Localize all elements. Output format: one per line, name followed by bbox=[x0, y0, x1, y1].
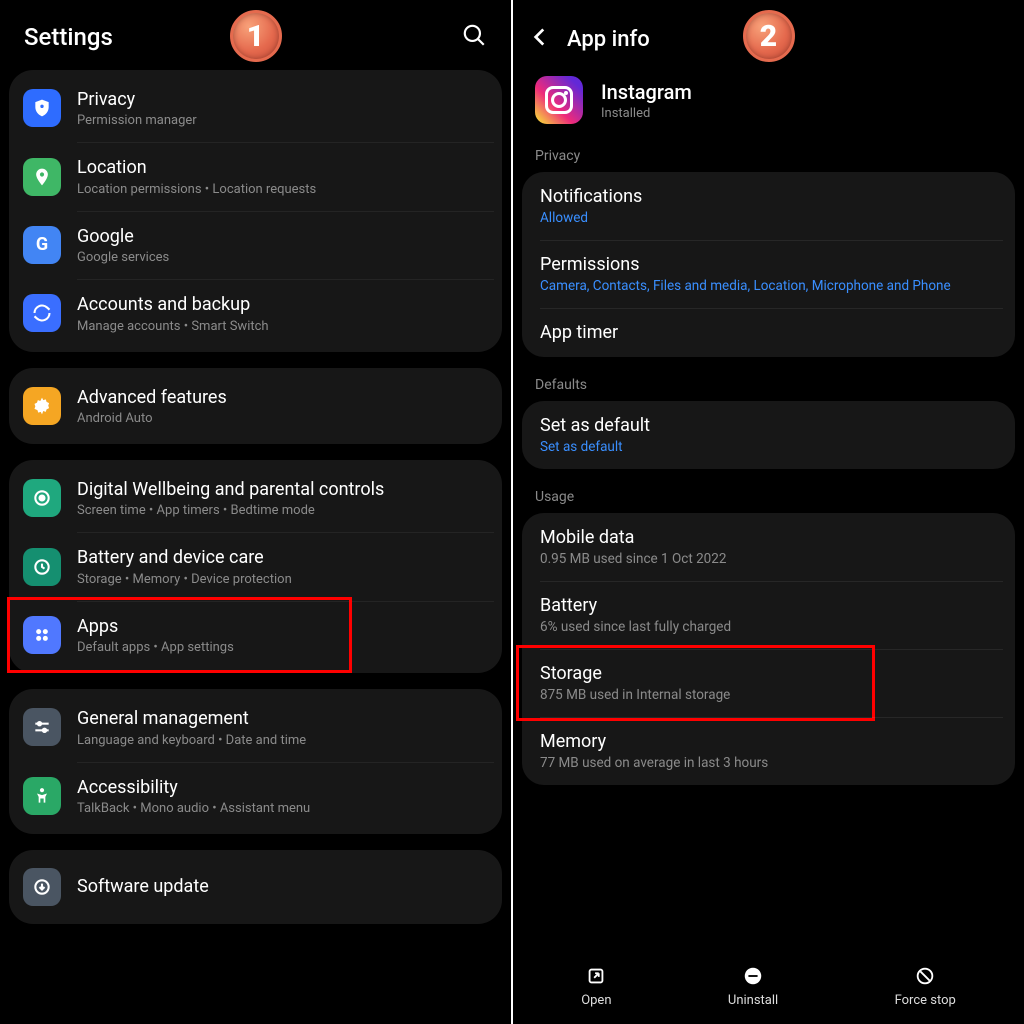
grid-icon bbox=[23, 616, 61, 654]
gear-icon bbox=[23, 387, 61, 425]
row-title: Google bbox=[77, 225, 169, 248]
settings-row-advanced[interactable]: Advanced features Android Auto bbox=[9, 372, 502, 440]
row-sub: Android Auto bbox=[77, 411, 227, 426]
app-name: Instagram bbox=[601, 80, 692, 104]
row-title: Accounts and backup bbox=[77, 293, 269, 316]
row-sub: Permission manager bbox=[77, 113, 197, 128]
row-sub: Manage accounts • Smart Switch bbox=[77, 319, 269, 334]
row-title: Permissions bbox=[540, 254, 997, 275]
row-title: Battery and device care bbox=[77, 546, 292, 569]
row-sub: TalkBack • Mono audio • Assistant menu bbox=[77, 801, 310, 816]
settings-row-google[interactable]: G Google Google services bbox=[9, 211, 502, 279]
download-icon bbox=[23, 868, 61, 906]
row-sub: Allowed bbox=[540, 210, 997, 226]
row-sub: 0.95 MB used since 1 Oct 2022 bbox=[540, 551, 997, 567]
settings-group: Advanced features Android Auto bbox=[9, 368, 502, 444]
row-title: Notifications bbox=[540, 186, 997, 207]
row-sub: Language and keyboard • Date and time bbox=[77, 733, 306, 748]
row-title: Set as default bbox=[540, 415, 997, 436]
settings-row-software[interactable]: Software update bbox=[9, 854, 502, 920]
row-sub: Location permissions • Location requests bbox=[77, 182, 316, 197]
action-label: Uninstall bbox=[728, 993, 778, 1008]
row-app-timer[interactable]: App timer bbox=[522, 308, 1015, 357]
back-icon[interactable] bbox=[527, 24, 553, 54]
row-title: Advanced features bbox=[77, 386, 227, 409]
row-permissions[interactable]: Permissions Camera, Contacts, Files and … bbox=[522, 240, 1015, 308]
row-sub: Default apps • App settings bbox=[77, 640, 234, 655]
section-label-usage: Usage bbox=[513, 483, 1024, 513]
row-mobile-data[interactable]: Mobile data 0.95 MB used since 1 Oct 202… bbox=[522, 513, 1015, 581]
row-battery[interactable]: Battery 6% used since last fully charged bbox=[522, 581, 1015, 649]
pin-icon bbox=[23, 158, 61, 196]
row-set-default[interactable]: Set as default Set as default bbox=[522, 401, 1015, 469]
app-info-title: App info bbox=[567, 27, 650, 52]
row-sub: 77 MB used on average in last 3 hours bbox=[540, 755, 997, 771]
settings-row-accessibility[interactable]: Accessibility TalkBack • Mono audio • As… bbox=[9, 762, 502, 830]
settings-group: Privacy Permission manager Location Loca… bbox=[9, 70, 502, 352]
open-button[interactable]: Open bbox=[581, 965, 611, 1008]
row-title: Mobile data bbox=[540, 527, 997, 548]
settings-pane: 1 Settings Privacy Permission manager Lo… bbox=[0, 0, 511, 1024]
section-label-privacy: Privacy bbox=[513, 142, 1024, 172]
settings-row-location[interactable]: Location Location permissions • Location… bbox=[9, 142, 502, 210]
row-title: General management bbox=[77, 707, 306, 730]
row-sub: 875 MB used in Internal storage bbox=[540, 687, 997, 703]
step-badge-1: 1 bbox=[230, 10, 282, 62]
app-info-pane: 2 App info Instagram Installed Privacy N… bbox=[513, 0, 1024, 1024]
row-title: Memory bbox=[540, 731, 997, 752]
settings-row-wellbeing[interactable]: Digital Wellbeing and parental controls … bbox=[9, 464, 502, 532]
settings-title: Settings bbox=[24, 23, 113, 51]
row-storage[interactable]: Storage 875 MB used in Internal storage bbox=[522, 649, 1015, 717]
section-card-defaults: Set as default Set as default bbox=[522, 401, 1015, 469]
app-status: Installed bbox=[601, 106, 692, 121]
row-title: Battery bbox=[540, 595, 997, 616]
action-label: Open bbox=[581, 993, 611, 1008]
settings-group: Software update bbox=[9, 850, 502, 924]
section-card-privacy: Notifications Allowed Permissions Camera… bbox=[522, 172, 1015, 357]
row-memory[interactable]: Memory 77 MB used on average in last 3 h… bbox=[522, 717, 1015, 785]
sliders-icon bbox=[23, 708, 61, 746]
shield-icon bbox=[23, 89, 61, 127]
row-title: Software update bbox=[77, 875, 209, 898]
row-sub: Storage • Memory • Device protection bbox=[77, 572, 292, 587]
sync-icon bbox=[23, 294, 61, 332]
person-icon bbox=[23, 777, 61, 815]
settings-group: Digital Wellbeing and parental controls … bbox=[9, 460, 502, 673]
settings-group: General management Language and keyboard… bbox=[9, 689, 502, 834]
row-sub: Screen time • App timers • Bedtime mode bbox=[77, 503, 384, 518]
row-title: App timer bbox=[540, 322, 997, 343]
settings-row-battery[interactable]: Battery and device care Storage • Memory… bbox=[9, 532, 502, 600]
row-title: Storage bbox=[540, 663, 997, 684]
row-title: Digital Wellbeing and parental controls bbox=[77, 478, 384, 501]
row-title: Apps bbox=[77, 615, 234, 638]
row-notifications[interactable]: Notifications Allowed bbox=[522, 172, 1015, 240]
section-label-defaults: Defaults bbox=[513, 371, 1024, 401]
row-title: Accessibility bbox=[77, 776, 310, 799]
app-header: Instagram Installed bbox=[513, 72, 1024, 142]
uninstall-button[interactable]: Uninstall bbox=[728, 965, 778, 1008]
row-sub: 6% used since last fully charged bbox=[540, 619, 997, 635]
action-label: Force stop bbox=[895, 993, 956, 1008]
row-title: Location bbox=[77, 156, 316, 179]
action-bar: Open Uninstall Force stop bbox=[513, 955, 1024, 1024]
row-sub: Camera, Contacts, Files and media, Locat… bbox=[540, 278, 997, 294]
google-icon: G bbox=[23, 226, 61, 264]
row-title: Privacy bbox=[77, 88, 197, 111]
settings-row-privacy[interactable]: Privacy Permission manager bbox=[9, 74, 502, 142]
instagram-icon bbox=[535, 76, 583, 124]
step-badge-2: 2 bbox=[743, 10, 795, 62]
section-card-usage: Mobile data 0.95 MB used since 1 Oct 202… bbox=[522, 513, 1015, 785]
force-stop-button[interactable]: Force stop bbox=[895, 965, 956, 1008]
settings-row-accounts[interactable]: Accounts and backup Manage accounts • Sm… bbox=[9, 279, 502, 347]
battery-icon bbox=[23, 548, 61, 586]
row-sub: Set as default bbox=[540, 439, 997, 455]
row-sub: Google services bbox=[77, 250, 169, 265]
settings-row-apps[interactable]: Apps Default apps • App settings bbox=[9, 601, 502, 669]
wellbeing-icon bbox=[23, 479, 61, 517]
search-icon[interactable] bbox=[461, 22, 487, 52]
settings-row-general[interactable]: General management Language and keyboard… bbox=[9, 693, 502, 761]
